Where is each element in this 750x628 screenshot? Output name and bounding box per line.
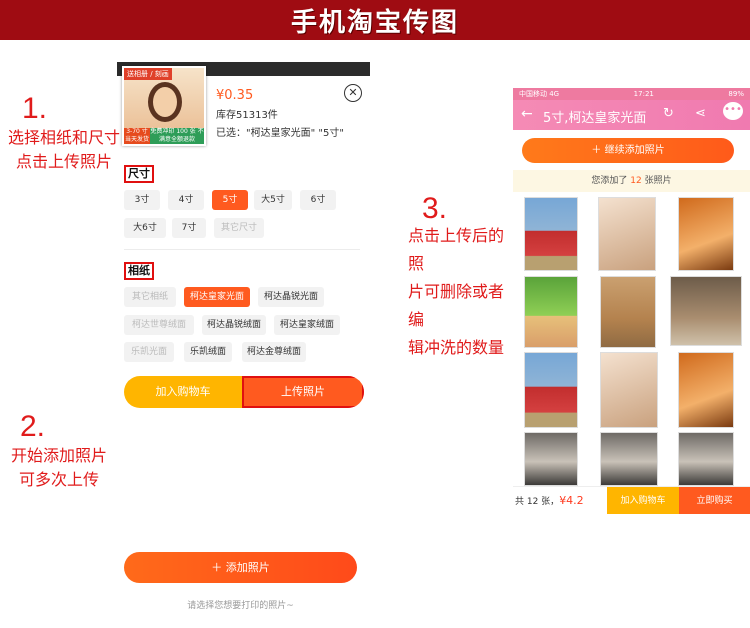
step-3-number: 3. (422, 192, 448, 225)
thumbnail-badge-right: 免费冲印 100 张 不满意全额退款 (150, 128, 204, 144)
step-1-text: 选择相纸和尺寸 点击上传照片 (6, 126, 122, 174)
upload-photo-button[interactable]: 上传照片 (242, 376, 364, 408)
step-2-number: 2. (20, 410, 46, 443)
step-1-line-1: 选择相纸和尺寸 (7, 128, 120, 147)
continue-add-photo-button[interactable]: ＋ 继续添加照片 (522, 138, 734, 163)
paper-option-kodak-royal-matte[interactable]: 柯达皇家绒面 (274, 315, 340, 335)
product-price: ¥0.35 (216, 88, 254, 103)
uploaded-photo[interactable] (524, 276, 578, 348)
close-icon[interactable]: ✕ (344, 84, 362, 102)
paper-option-lucky-matte[interactable]: 乐凯绒面 (184, 342, 232, 362)
refresh-icon[interactable]: ↻ (663, 106, 674, 121)
size-option-7[interactable]: 7寸 (172, 218, 206, 238)
thumbnail-tag: 送相册 / 刻画 (124, 68, 172, 80)
step-2-line-1: 开始添加照片 (10, 446, 107, 465)
chat-bubble-icon[interactable]: ••• (723, 102, 743, 120)
step-3-line-1: 点击上传后的照 (408, 226, 505, 273)
upload-nav-bar: ← 5寸,柯达皇家光面 ↻ ⋖ ••• (513, 100, 750, 130)
step-3-line-3: 辑冲洗的数量 (408, 338, 505, 357)
order-total: 共 12 张，¥4.2 (513, 487, 607, 514)
add-photo-button[interactable]: ＋ 添加照片 (124, 552, 357, 583)
size-option-5[interactable]: 5寸 (212, 190, 248, 210)
size-option-big-6[interactable]: 大6寸 (124, 218, 166, 238)
header-banner: 手机淘宝传图 (0, 0, 750, 40)
step-1-number: 1. (22, 92, 48, 125)
size-option-big-5[interactable]: 大5寸 (254, 190, 292, 210)
added-prefix: 您添加了 (591, 176, 631, 186)
total-prefix: 共 12 张， (515, 497, 560, 507)
paper-option-other[interactable]: 其它相纸 (124, 287, 176, 307)
uploaded-photo[interactable] (524, 432, 578, 486)
size-option-6[interactable]: 6寸 (300, 190, 336, 210)
added-suffix: 张照片 (641, 176, 672, 186)
added-count-banner: 您添加了 12 张照片 (513, 170, 750, 192)
step-1-line-2: 点击上传照片 (15, 152, 112, 171)
added-count: 12 (630, 176, 642, 186)
uploaded-photo[interactable] (524, 352, 578, 428)
uploaded-photo[interactable] (600, 276, 656, 348)
paper-option-kodak-endura-matte[interactable]: 柯达晶锐绒面 (202, 315, 266, 335)
add-to-cart-button[interactable]: 加入购物车 (124, 376, 242, 408)
uploaded-photo[interactable] (600, 432, 658, 486)
paper-option-kodak-gold-matte[interactable]: 柯达金尊绒面 (242, 342, 306, 362)
banner-title: 手机淘宝传图 (290, 7, 459, 38)
uploaded-photo[interactable] (600, 352, 658, 428)
uploaded-photo[interactable] (670, 276, 742, 346)
share-icon[interactable]: ⋖ (695, 106, 706, 121)
uploaded-photo[interactable] (598, 197, 656, 271)
uploaded-photo[interactable] (524, 197, 578, 271)
upload-page-title: 5寸,柯达皇家光面 (543, 111, 647, 126)
status-bar: 中国移动 4G 17:21 89% (513, 88, 750, 100)
child-photo-icon (148, 82, 182, 122)
total-amount: ¥4.2 (559, 494, 584, 507)
section-divider (124, 249, 360, 250)
size-section-label: 尺寸 (124, 165, 154, 183)
size-option-3[interactable]: 3寸 (124, 190, 160, 210)
paper-option-kodak-endura-gloss[interactable]: 柯达晶锐光面 (258, 287, 324, 307)
product-thumbnail: 送相册 / 刻画 3-70 寸 当天发货 免费冲印 100 张 不满意全额退款 (122, 66, 206, 146)
status-battery: 89% (728, 90, 744, 98)
back-arrow-icon[interactable]: ← (521, 106, 533, 122)
buy-now-button[interactable]: 立即购买 (679, 487, 750, 514)
status-carrier: 中国移动 4G (519, 90, 560, 98)
status-time: 17:21 (633, 90, 654, 98)
thumbnail-badges: 3-70 寸 当天发货 免费冲印 100 张 不满意全额退款 (124, 128, 204, 144)
checkout-add-to-cart-button[interactable]: 加入购物车 (607, 487, 679, 514)
add-photo-hint: 请选择您想要打印的照片~ (187, 601, 294, 611)
step-2-line-2: 可多次上传 (18, 470, 99, 489)
step-3-text: 点击上传后的照 片可删除或者编 辑冲洗的数量 (408, 222, 518, 362)
uploaded-photo[interactable] (678, 432, 734, 486)
uploaded-photo[interactable] (678, 197, 734, 271)
paper-option-kodak-royal-gloss[interactable]: 柯达皇家光面 (184, 287, 250, 307)
thumbnail-badge-left: 3-70 寸 当天发货 (124, 128, 150, 144)
paper-option-lucky-gloss[interactable]: 乐凯光面 (124, 342, 174, 362)
step-3-line-2: 片可删除或者编 (408, 282, 505, 329)
size-option-other[interactable]: 其它尺寸 (214, 218, 264, 238)
step-2-text: 开始添加照片 可多次上传 (4, 444, 114, 492)
selected-options: 已选："柯达皇家光面" "5寸" (216, 128, 344, 139)
uploaded-photo[interactable] (678, 352, 734, 428)
product-stock: 库存51313件 (216, 110, 278, 121)
paper-section-label: 相纸 (124, 262, 154, 280)
paper-option-kodak-shizun-matte[interactable]: 柯达世尊绒面 (124, 315, 194, 335)
checkout-bar: 共 12 张，¥4.2 加入购物车 立即购买 (513, 486, 750, 514)
action-bar: 加入购物车 上传照片 (124, 376, 364, 408)
size-option-4[interactable]: 4寸 (168, 190, 204, 210)
